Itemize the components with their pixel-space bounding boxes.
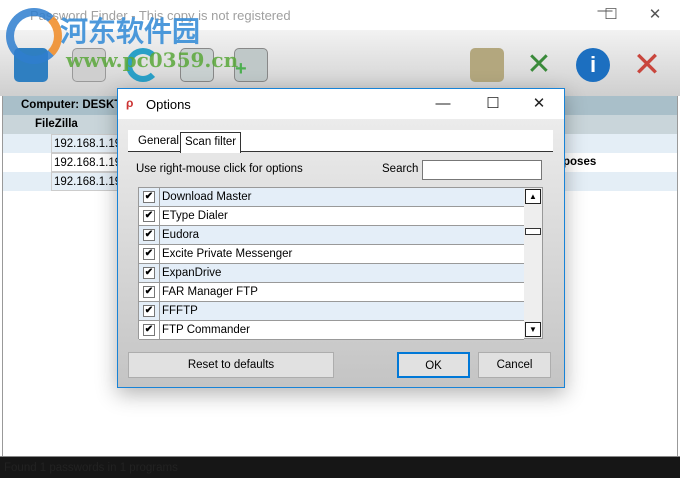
search-input[interactable]: [422, 160, 542, 180]
item-checkbox[interactable]: ✔: [143, 267, 155, 279]
close-button[interactable]: ✕: [640, 4, 670, 26]
app-lock-icon: ρ: [126, 96, 134, 110]
item-label: FAR Manager FTP: [159, 283, 258, 301]
list-item[interactable]: ✔ FFFTP: [139, 302, 524, 321]
add-computer-icon[interactable]: +: [234, 48, 268, 82]
watermark-logo: [6, 8, 62, 64]
item-label: Download Master: [159, 188, 251, 206]
scrollbar[interactable]: ▲ ▼: [524, 188, 542, 338]
exit-icon[interactable]: ✕: [630, 48, 664, 82]
computer-label: Computer: DESKT: [21, 99, 122, 111]
ok-button[interactable]: OK: [397, 352, 470, 378]
scroll-thumb[interactable]: [525, 228, 541, 235]
list-item[interactable]: ✔ EType Dialer: [139, 207, 524, 226]
scroll-up-button[interactable]: ▲: [525, 189, 541, 204]
program-label: FileZilla: [35, 118, 78, 130]
item-checkbox[interactable]: ✔: [143, 286, 155, 298]
item-label: Excite Private Messenger: [159, 245, 292, 263]
dialog-maximize-button[interactable]: ☐: [478, 93, 508, 115]
scroll-down-button[interactable]: ▼: [525, 322, 541, 337]
item-checkbox[interactable]: ✔: [143, 191, 155, 203]
maximize-button[interactable]: ☐: [596, 4, 626, 26]
list-item[interactable]: ✔ FTP Commander: [139, 321, 524, 340]
partial-cell: poses: [563, 156, 597, 168]
list-item[interactable]: ✔ Excite Private Messenger: [139, 245, 524, 264]
tab-general[interactable]: General: [134, 132, 183, 152]
item-checkbox[interactable]: ✔: [143, 248, 155, 260]
program-list: ✔ Download Master ✔ EType Dialer ✔ Eudora ✔ Exc…: [138, 187, 543, 340]
list-item[interactable]: ✔ Download Master: [139, 188, 524, 207]
dialog-title-bar: ρ Options — ☐ ✕: [118, 89, 564, 119]
lock-icon[interactable]: [470, 48, 504, 82]
item-label: FTP Commander: [159, 321, 250, 339]
options-dialog: ρ Options — ☐ ✕ General Scan filter Use …: [117, 88, 565, 388]
item-label: Eudora: [159, 226, 199, 244]
list-item[interactable]: ✔ Eudora: [139, 226, 524, 245]
item-label: FFFTP: [159, 302, 198, 320]
dialog-close-button[interactable]: ✕: [524, 93, 554, 115]
item-label: EType Dialer: [159, 207, 228, 225]
search-label: Search: [382, 163, 419, 175]
tab-scan-filter[interactable]: Scan filter: [180, 132, 242, 153]
reset-defaults-button[interactable]: Reset to defaults: [128, 352, 334, 378]
item-checkbox[interactable]: ✔: [143, 305, 155, 317]
list-item[interactable]: ✔ FAR Manager FTP: [139, 283, 524, 302]
watermark-name: 河东软件园: [60, 15, 201, 48]
tools-icon[interactable]: ✕: [522, 48, 556, 82]
item-checkbox[interactable]: ✔: [143, 324, 155, 336]
item-checkbox[interactable]: ✔: [143, 229, 155, 241]
dialog-minimize-button[interactable]: —: [428, 93, 458, 115]
status-bar: Found 1 passwords in 1 programs: [0, 456, 680, 478]
item-checkbox[interactable]: ✔: [143, 210, 155, 222]
hint-text: Use right-mouse click for options: [136, 163, 303, 175]
dialog-title: Options: [146, 97, 191, 112]
tab-strip: General Scan filter: [128, 130, 553, 153]
info-icon[interactable]: i: [576, 48, 610, 82]
item-label: ExpanDrive: [159, 264, 221, 282]
cancel-button[interactable]: Cancel: [478, 352, 551, 378]
list-item[interactable]: ✔ ExpanDrive: [139, 264, 524, 283]
watermark-url: www.pc0359.cn: [66, 48, 239, 72]
